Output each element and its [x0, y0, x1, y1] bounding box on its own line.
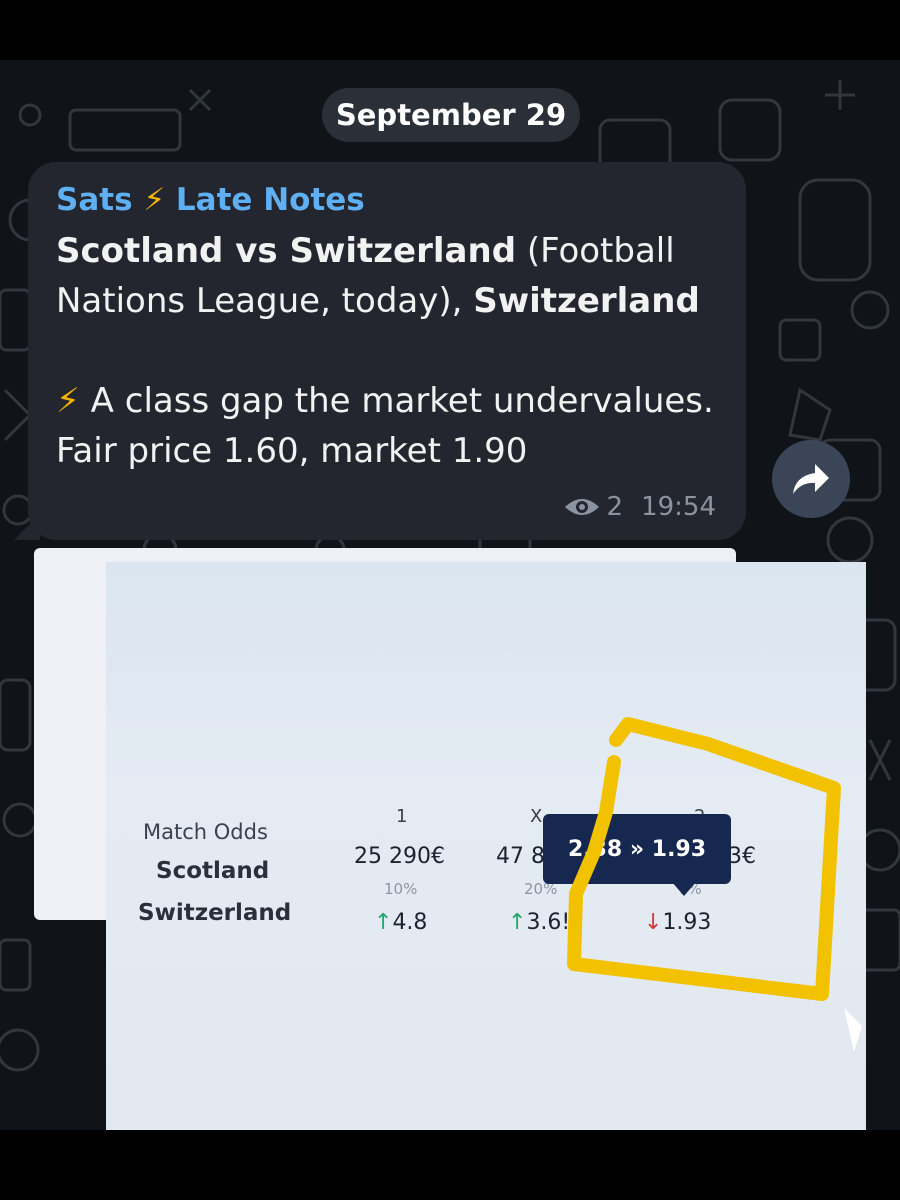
message-time: 19:54 [641, 492, 716, 522]
match-name: Scotland vs Switzerland [56, 231, 517, 271]
eye-icon [564, 499, 599, 515]
message-text: Scotland vs Switzerland (Football Nation… [56, 226, 718, 476]
sender-prefix: Sats [56, 182, 133, 218]
sender-name[interactable]: Sats ⚡ Late Notes [56, 178, 718, 222]
message-body: A class gap the market undervalues. Fair… [56, 381, 714, 471]
cursor-icon [844, 1008, 862, 1052]
lightning-icon: ⚡ [143, 182, 166, 218]
date-separator: September 29 [322, 88, 580, 142]
sender-suffix: Late Notes [175, 182, 365, 218]
share-button[interactable] [772, 440, 850, 518]
odds-photo[interactable]: Match Odds Scotland Switzerland 1 25 290… [106, 562, 866, 1130]
highlight-marker [567, 717, 841, 1001]
message-bubble[interactable]: Sats ⚡ Late Notes Scotland vs Switzerlan… [28, 162, 746, 540]
pick-name: Switzerland [473, 281, 700, 321]
share-arrow-icon [793, 464, 829, 494]
message-meta: 2 19:54 [563, 492, 716, 522]
bubble-tail [14, 514, 40, 540]
view-count: 2 [606, 492, 624, 522]
lightning-icon: ⚡ [56, 381, 80, 421]
